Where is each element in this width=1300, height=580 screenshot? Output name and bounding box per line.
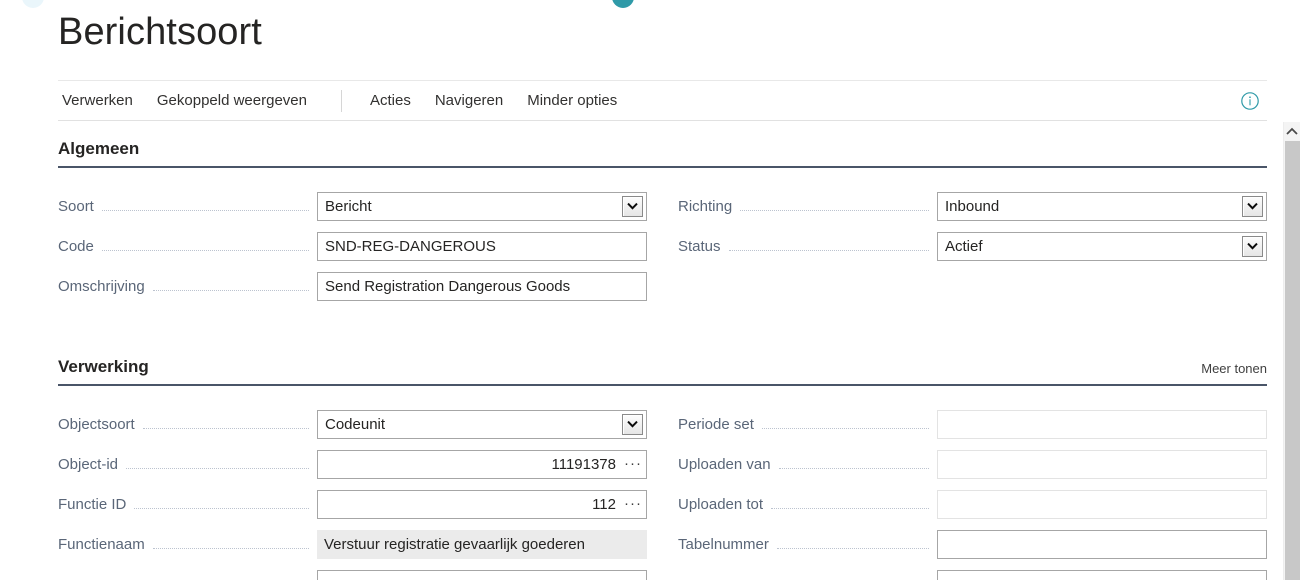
field-functienaam-label: Functienaam [58,535,145,553]
vertical-scrollbar[interactable] [1283,122,1300,580]
form-scroll-area: Algemeen Soort Bericht Code SND-REG-DANG… [0,122,1283,580]
field-next-partial-left [58,564,647,580]
cmd-acties[interactable]: Acties [358,81,423,121]
field-uploaden-tot-control[interactable] [937,489,1267,519]
field-periode-set-leader [761,428,929,429]
field-omschrijving-leader [152,290,309,291]
field-richting-leader [740,210,929,211]
group-algemeen: Algemeen Soort Bericht Code SND-REG-DANG… [58,132,1267,348]
field-next-partial-right [678,564,1267,580]
field-soort-control[interactable]: Bericht [317,191,647,221]
group-algemeen-header[interactable]: Algemeen [58,132,1267,168]
field-uploaden-van-leader [778,468,929,469]
field-richting-control[interactable]: Inbound [937,191,1267,221]
field-functie-id-control[interactable]: 112 ··· [317,489,647,519]
field-uploaden-tot: Uploaden tot [678,484,1267,524]
field-functienaam-value: Verstuur registratie gevaarlijk goederen [324,535,585,553]
field-object-id: Object-id 11191378 ··· [58,444,647,484]
field-functie-id-value[interactable]: 112 [318,496,620,513]
cmd-navigeren[interactable]: Navigeren [423,81,515,121]
field-next-partial-right-control[interactable] [937,569,1267,580]
field-periode-set-label: Periode set [678,415,754,433]
field-omschrijving: Omschrijving Send Registration Dangerous… [58,266,647,306]
field-objectsoort-value[interactable]: Codeunit [318,416,622,433]
chevron-down-icon[interactable] [1242,235,1263,257]
page-title: Berichtsoort [58,11,262,53]
field-next-partial-left-control[interactable] [317,569,647,580]
cmd-minder-opties[interactable]: Minder opties [515,81,629,121]
field-status-label: Status [678,237,721,255]
field-object-id-control[interactable]: 11191378 ··· [317,449,647,479]
group-algemeen-title: Algemeen [58,139,140,158]
field-richting: Richting Inbound [678,186,1267,226]
field-tabelnummer-leader [776,548,929,549]
chevron-down-icon[interactable] [1242,195,1263,217]
field-tabelnummer: Tabelnummer [678,524,1267,564]
field-functie-id-label: Functie ID [58,495,127,513]
field-objectsoort: Objectsoort Codeunit [58,404,647,444]
field-status-control[interactable]: Actief [937,231,1267,261]
field-periode-set: Periode set [678,404,1267,444]
field-functienaam-leader [152,548,309,549]
field-tabelnummer-label: Tabelnummer [678,535,769,553]
group-algemeen-fields: Soort Bericht Code SND-REG-DANGEROUS Oms… [58,168,1267,348]
cmd-gekoppeld-weergeven[interactable]: Gekoppeld weergeven [145,81,319,121]
chevron-down-icon[interactable] [622,413,643,435]
field-soort-label: Soort [58,197,94,215]
field-functie-id: Functie ID 112 ··· [58,484,647,524]
field-code-leader [101,250,309,251]
group-algemeen-left-column: Soort Bericht Code SND-REG-DANGEROUS Oms… [58,186,647,306]
field-soort: Soort Bericht [58,186,647,226]
info-circle-icon[interactable] [1239,90,1261,112]
field-object-id-value[interactable]: 11191378 [318,456,620,473]
assist-edit-icon[interactable]: ··· [620,496,646,511]
field-object-id-label: Object-id [58,455,119,473]
chevron-up-icon[interactable] [1284,122,1300,140]
group-verwerking-left-column: Objectsoort Codeunit Object-id 11191378 [58,404,647,580]
field-code: Code SND-REG-DANGEROUS [58,226,647,266]
field-code-control[interactable]: SND-REG-DANGEROUS [317,231,647,261]
field-omschrijving-value[interactable]: Send Registration Dangerous Goods [318,278,646,295]
group-verwerking-title: Verwerking [58,357,149,376]
field-object-id-leader [126,468,309,469]
field-richting-value[interactable]: Inbound [938,198,1242,215]
scrollbar-thumb[interactable] [1285,141,1300,580]
field-uploaden-van: Uploaden van [678,444,1267,484]
field-functienaam-control: Verstuur registratie gevaarlijk goederen [317,529,647,559]
field-status-value[interactable]: Actief [938,238,1242,255]
group-verwerking-header[interactable]: Verwerking Meer tonen [58,350,1267,386]
field-objectsoort-control[interactable]: Codeunit [317,409,647,439]
meer-tonen-link[interactable]: Meer tonen [1201,361,1267,376]
field-uploaden-tot-leader [771,508,929,509]
field-uploaden-van-control[interactable] [937,449,1267,479]
field-functie-id-leader [134,508,309,509]
field-uploaden-tot-label: Uploaden tot [678,495,764,513]
partial-circle-light-icon [22,0,44,8]
group-verwerking-fields: Objectsoort Codeunit Object-id 11191378 [58,386,1267,580]
chevron-down-icon[interactable] [622,195,643,217]
field-richting-label: Richting [678,197,733,215]
field-tabelnummer-control[interactable] [937,529,1267,559]
field-code-label: Code [58,237,94,255]
command-bar-divider [340,89,342,112]
field-omschrijving-control[interactable]: Send Registration Dangerous Goods [317,271,647,301]
field-objectsoort-leader [142,428,309,429]
group-algemeen-right-column: Richting Inbound Status Actief [678,186,1267,266]
field-functienaam: Functienaam Verstuur registratie gevaarl… [58,524,647,564]
partial-circle-teal-icon [612,0,634,8]
field-code-value[interactable]: SND-REG-DANGEROUS [318,238,646,255]
field-uploaden-van-label: Uploaden van [678,455,771,473]
field-status: Status Actief [678,226,1267,266]
field-soort-value[interactable]: Bericht [318,198,622,215]
field-soort-leader [101,210,309,211]
command-bar: Verwerken Gekoppeld weergeven Acties Nav… [58,80,1267,121]
group-verwerking: Verwerking Meer tonen Objectsoort Codeun… [58,350,1267,580]
group-verwerking-right-column: Periode set Uploaden van Uploaden tot Ta… [678,404,1267,580]
field-periode-set-control[interactable] [937,409,1267,439]
field-status-leader [728,250,929,251]
field-objectsoort-label: Objectsoort [58,415,135,433]
assist-edit-icon[interactable]: ··· [620,456,646,471]
cmd-verwerken[interactable]: Verwerken [58,81,145,121]
field-omschrijving-label: Omschrijving [58,277,145,295]
